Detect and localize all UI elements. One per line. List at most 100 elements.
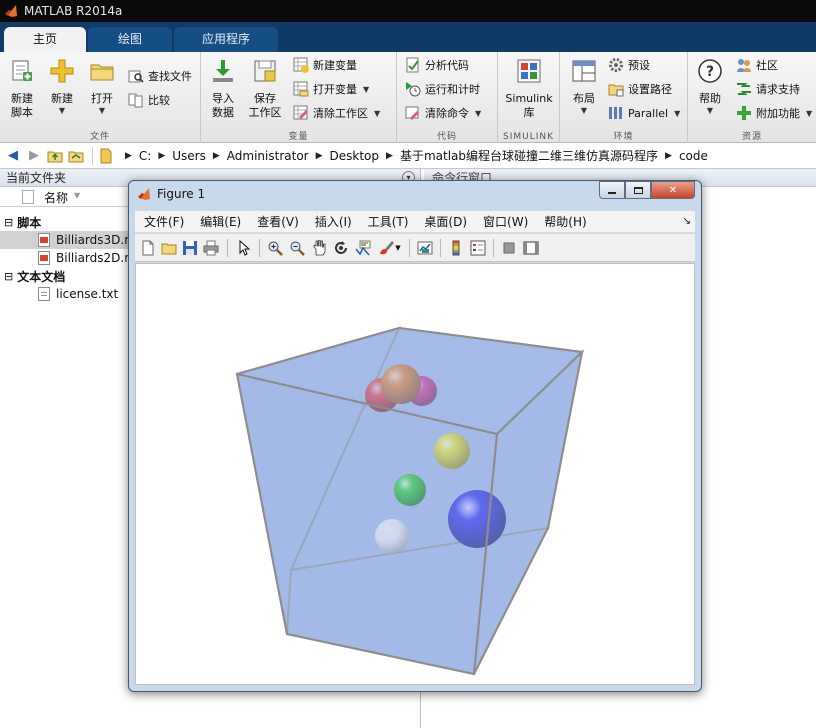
tab-apps[interactable]: 应用程序 [174,27,278,52]
breadcrumb-desktop[interactable]: Desktop [330,149,380,163]
new-label: 新建 [51,92,73,105]
preferences-button[interactable]: 预设 [608,55,650,75]
preferences-label: 预设 [628,59,650,72]
svg-text:?: ? [706,64,714,80]
new-variable-button[interactable]: 新建变量 [293,55,357,75]
chevron-down-icon[interactable]: ▼ [475,109,481,118]
new-script-button[interactable]: 新建 脚本 [2,56,42,128]
find-files-button[interactable]: 查找文件 [128,66,192,86]
menu-file[interactable]: 文件(F) [136,213,192,230]
hide-plot-tools-icon[interactable] [500,239,518,257]
community-button[interactable]: 社区 [736,55,778,75]
layout-button[interactable]: 布局 ▼ [564,56,604,128]
tab-plots[interactable]: 绘图 [88,27,172,52]
pan-icon[interactable] [310,239,328,257]
browse-folder-icon[interactable] [67,147,85,165]
compare-button[interactable]: 比较 [128,90,170,110]
breadcrumb-project-folder[interactable]: 基于matlab编程台球碰撞二维三维仿真源码程序 [400,147,658,164]
file-row-license[interactable]: license.txt [0,285,130,303]
menu-edit[interactable]: 编辑(E) [192,213,249,230]
legend-icon[interactable] [469,239,487,257]
open-button[interactable]: 打开 ▼ [82,56,122,128]
minimize-button[interactable] [599,181,625,199]
help-button[interactable]: ? 帮助 ▼ [690,56,730,128]
section-scripts-title: 脚本 [17,215,42,230]
environment-group: 布局 ▼ 预设 设置路径 Parallel ▼ 环境 [560,52,688,143]
file-row-billiards3d[interactable]: Billiards3D.m [0,231,130,249]
forward-arrow-icon[interactable]: ▶ [25,147,43,165]
name-column-header[interactable]: 名称 [44,189,68,206]
clear-workspace-button[interactable]: 清除工作区 ▼ [293,103,380,123]
show-plot-tools-icon[interactable] [522,239,540,257]
set-path-button[interactable]: 设置路径 [608,79,672,99]
chevron-down-icon[interactable]: ▼ [674,109,680,118]
menu-tools[interactable]: 工具(T) [360,213,417,230]
new-figure-icon[interactable] [139,239,157,257]
import-data-button[interactable]: 导入 数据 [203,56,243,128]
print-icon[interactable] [202,239,220,257]
simulink-library-button[interactable]: Simulink 库 [504,56,554,128]
chevron-down-icon: ▼ [98,106,106,115]
collapse-icon[interactable]: ⊟ [4,216,13,229]
section-scripts[interactable]: ⊟ 脚本 [4,213,41,231]
close-icon: ✕ [668,184,678,196]
tab-home[interactable]: 主页 [4,27,86,52]
run-and-time-label: 运行和计时 [425,83,480,96]
chevron-down-icon[interactable]: ▼ [806,109,812,118]
menu-window[interactable]: 窗口(W) [475,213,536,230]
save-workspace-button[interactable]: 保存 工作区 [245,56,285,128]
data-cursor-icon[interactable] [354,239,372,257]
figure-window: Figure 1 ✕ 文件(F) 编辑(E) 查看(V) 插入(I) 工具(T)… [128,180,702,692]
open-variable-button[interactable]: 打开变量 ▼ [293,79,369,99]
breadcrumb-c[interactable]: C: [139,149,151,163]
section-text-documents[interactable]: ⊟ 文本文档 [4,267,65,285]
open-file-icon[interactable] [160,239,178,257]
figure-toolbar: ▼ [135,234,695,262]
run-and-time-button[interactable]: 运行和计时 [405,79,480,99]
chevron-down-icon[interactable]: ▼ [393,239,403,257]
figure-canvas[interactable] [135,263,695,685]
menu-view[interactable]: 查看(V) [249,213,307,230]
dock-arrow-icon[interactable]: ↘ [683,216,691,227]
back-arrow-icon[interactable]: ◀ [4,147,22,165]
up-folder-icon[interactable] [46,147,64,165]
open-folder-icon [90,64,114,81]
file-name: license.txt [56,287,119,301]
breadcrumb-separator: ▶ [665,150,672,161]
close-button[interactable]: ✕ [651,181,695,199]
menu-insert[interactable]: 插入(I) [307,213,360,230]
chevron-down-icon: ▼ [706,106,714,115]
layout-label: 布局 [573,92,595,105]
clear-commands-button[interactable]: 清除命令 ▼ [405,103,481,123]
colorbar-icon[interactable] [447,239,465,257]
analyze-code-button[interactable]: 分析代码 [405,55,469,75]
menu-help[interactable]: 帮助(H) [536,213,594,230]
menu-desktop[interactable]: 桌面(D) [416,213,475,230]
variable-group: 导入 数据 保存 工作区 新建变量 打开变量 ▼ 清除工作区 ▼ 变量 [201,52,397,143]
chevron-down-icon[interactable]: ▼ [363,85,369,94]
breadcrumb-code[interactable]: code [679,149,708,163]
new-button[interactable]: 新建 ▼ [42,56,82,128]
import-data-icon [213,60,233,82]
file-row-billiards2d[interactable]: Billiards2D.m [0,249,130,267]
sort-down-icon[interactable]: ▼ [74,191,80,200]
maximize-button[interactable] [625,181,651,199]
chevron-down-icon[interactable]: ▼ [374,109,380,118]
breadcrumb-administrator[interactable]: Administrator [227,149,309,163]
billiards-3d-axes[interactable] [136,264,694,684]
parallel-button[interactable]: Parallel ▼ [608,103,680,123]
request-support-button[interactable]: 请求支持 [736,79,800,99]
zoom-in-icon[interactable] [266,239,284,257]
save-icon[interactable] [181,239,199,257]
zoom-out-icon[interactable] [288,239,306,257]
collapse-icon[interactable]: ⊟ [4,270,13,283]
link-plot-icon[interactable] [416,239,434,257]
add-ons-label: 附加功能 [756,107,800,120]
clear-workspace-icon [293,105,308,120]
breadcrumb-users[interactable]: Users [172,149,206,163]
rotate-3d-icon[interactable] [332,239,350,257]
compare-icon [128,93,143,108]
add-ons-button[interactable]: 附加功能 ▼ [736,103,812,123]
simulink-group: Simulink 库 SIMULINK [498,52,560,143]
pointer-icon[interactable] [235,239,253,257]
